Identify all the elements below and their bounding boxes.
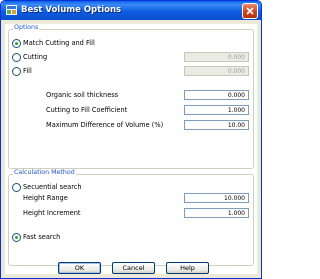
fill-radio[interactable] — [12, 67, 21, 76]
options-group-title: Options — [13, 24, 40, 31]
match-radio[interactable] — [12, 39, 21, 48]
radio-selected-dot — [15, 42, 18, 45]
radio-selected-dot — [15, 236, 18, 239]
match-cutting-fill-option[interactable]: Match Cutting and Fill — [9, 38, 249, 50]
title-bar[interactable]: Best Volume Options — [1, 1, 261, 20]
options-group: Options Match Cutting and Fill Cutting 0… — [8, 24, 254, 169]
dialog-window: Best Volume Options Options Match Cuttin… — [0, 0, 262, 279]
fast-search-radio[interactable] — [12, 233, 21, 242]
fill-field[interactable]: 0.000 — [184, 66, 249, 76]
calculation-method-title: Calculation Method — [13, 169, 76, 176]
height-increment-field[interactable]: 1.000 — [184, 208, 249, 218]
sequential-search-radio[interactable] — [12, 183, 21, 192]
sequential-search-label: Secuential search — [23, 183, 82, 191]
fill-label: Fill — [23, 67, 32, 75]
cutting-radio[interactable] — [12, 53, 21, 62]
cutting-field[interactable]: 0.000 — [184, 52, 249, 62]
help-button[interactable]: Help — [166, 262, 209, 274]
close-icon — [246, 7, 254, 15]
match-label: Match Cutting and Fill — [23, 39, 95, 47]
calculation-method-group: Calculation Method Secuential search Hei… — [8, 169, 254, 266]
window-title: Best Volume Options — [21, 5, 122, 15]
organic-thickness-label: Organic soil thickness — [46, 91, 119, 99]
window-app-icon — [5, 4, 18, 16]
height-increment-label: Height Increment — [23, 209, 81, 217]
cutting-label: Cutting — [23, 53, 48, 61]
cut-fill-coefficient-label: Cutting to Fill Coefficient — [46, 106, 128, 114]
organic-thickness-field[interactable]: 0.000 — [184, 90, 249, 100]
cancel-button[interactable]: Cancel — [112, 262, 155, 274]
height-range-field[interactable]: 10.000 — [184, 193, 249, 203]
max-volume-difference-field[interactable]: 10.00 — [184, 120, 249, 130]
fast-search-option[interactable]: Fast search — [9, 232, 249, 244]
dialog-body: Options Match Cutting and Fill Cutting 0… — [5, 24, 257, 274]
height-range-label: Height Range — [23, 194, 68, 202]
close-button[interactable] — [242, 3, 258, 19]
fast-search-label: Fast search — [23, 233, 61, 241]
ok-button[interactable]: OK — [58, 262, 101, 274]
cut-fill-coefficient-field[interactable]: 1.000 — [184, 105, 249, 115]
max-volume-difference-label: Maximum Difference of Volume (%) — [46, 121, 164, 129]
